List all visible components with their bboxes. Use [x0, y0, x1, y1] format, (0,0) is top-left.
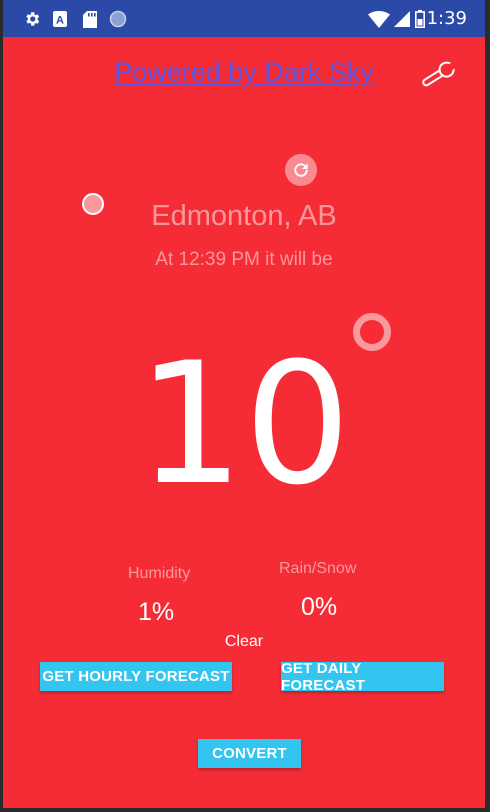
battery-icon — [415, 10, 425, 28]
humidity-label: Humidity — [128, 565, 191, 582]
refresh-icon — [294, 163, 308, 177]
gear-icon — [23, 10, 41, 28]
precip-label: Rain/Snow — [279, 560, 357, 577]
weather-summary: Clear — [224, 633, 264, 650]
wifi-icon — [368, 10, 390, 28]
status-bar: A 1:39 — [3, 0, 485, 37]
city-name: Edmonton, AB — [151, 200, 337, 232]
signal-icon — [394, 10, 410, 28]
humidity-value: 1% — [138, 598, 175, 626]
status-time: 1:39 — [426, 8, 467, 29]
powered-by-dark-sky-link[interactable]: Powered by Dark Sky — [3, 57, 485, 88]
forecast-time: At 12:39 PM it will be — [155, 249, 333, 270]
refresh-button[interactable] — [285, 154, 317, 186]
temperature-value: 10 — [137, 326, 351, 522]
app-screen: A 1:39 Powered by Dark Sky Edmonton, AB … — [3, 0, 485, 808]
wrench-icon[interactable] — [417, 60, 457, 90]
sd-card-icon — [83, 10, 97, 28]
precip-value: 0% — [301, 593, 338, 621]
a-badge-icon: A — [53, 10, 67, 28]
get-daily-forecast-button[interactable]: GET DAILY FORECAST — [281, 660, 444, 694]
get-hourly-forecast-button[interactable]: GET HOURLY FORECAST — [40, 662, 232, 691]
circle-icon — [109, 10, 127, 28]
convert-button[interactable]: CONVERT — [198, 739, 301, 768]
svg-text:A: A — [56, 15, 64, 27]
